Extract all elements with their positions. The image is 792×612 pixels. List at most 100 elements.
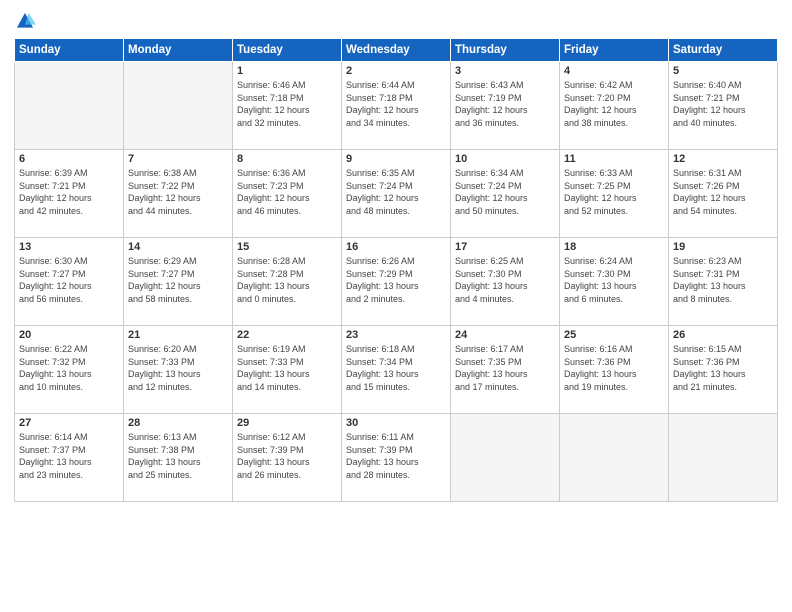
day-number: 27 bbox=[19, 417, 119, 429]
day-number: 2 bbox=[346, 65, 446, 77]
day-detail: Sunrise: 6:40 AM Sunset: 7:21 PM Dayligh… bbox=[673, 79, 773, 129]
day-detail: Sunrise: 6:12 AM Sunset: 7:39 PM Dayligh… bbox=[237, 431, 337, 481]
day-number: 18 bbox=[564, 241, 664, 253]
calendar-cell: 7Sunrise: 6:38 AM Sunset: 7:22 PM Daylig… bbox=[124, 150, 233, 238]
day-detail: Sunrise: 6:44 AM Sunset: 7:18 PM Dayligh… bbox=[346, 79, 446, 129]
logo bbox=[14, 10, 40, 32]
day-number: 13 bbox=[19, 241, 119, 253]
day-number: 19 bbox=[673, 241, 773, 253]
calendar-cell bbox=[451, 414, 560, 502]
calendar-cell: 30 Sunrise: 6:11 AM Sunset: 7:39 PM Dayli… bbox=[342, 414, 451, 502]
day-detail: Sunrise: 6:22 AM Sunset: 7:32 PM Dayligh… bbox=[19, 343, 119, 393]
calendar-cell: 6 Sunrise: 6:39 AM Sunset: 7:21 PM Daylig… bbox=[15, 150, 124, 238]
calendar-cell: 11 Sunrise: 6:33 AM Sunset: 7:25 PM Dayli… bbox=[560, 150, 669, 238]
day-number: 8 bbox=[237, 153, 337, 165]
day-detail: Sunrise: 6:25 AM Sunset: 7:30 PM Dayligh… bbox=[455, 255, 555, 305]
day-number: 12 bbox=[673, 153, 773, 165]
day-number: 24 bbox=[455, 329, 555, 341]
calendar-cell: 9 Sunrise: 6:35 AM Sunset: 7:24 PM Daylig… bbox=[342, 150, 451, 238]
day-number: 21 bbox=[128, 329, 228, 341]
calendar-cell: 13Sunrise: 6:30 AM Sunset: 7:27 PM Dayli… bbox=[15, 238, 124, 326]
calendar-cell: 24 Sunrise: 6:17 AM Sunset: 7:35 PM Dayli… bbox=[451, 326, 560, 414]
column-header-wednesday: Wednesday bbox=[342, 39, 451, 62]
page: SundayMondayTuesdayWednesdayThursdayFrid… bbox=[0, 0, 792, 612]
calendar-cell: 29 Sunrise: 6:12 AM Sunset: 7:39 PM Dayli… bbox=[233, 414, 342, 502]
day-number: 25 bbox=[564, 329, 664, 341]
day-detail: Sunrise: 6:24 AM Sunset: 7:30 PM Dayligh… bbox=[564, 255, 664, 305]
calendar-cell: 14Sunrise: 6:29 AM Sunset: 7:27 PM Dayli… bbox=[124, 238, 233, 326]
week-row-2: 6 Sunrise: 6:39 AM Sunset: 7:21 PM Daylig… bbox=[15, 150, 778, 238]
day-detail: Sunrise: 6:39 AM Sunset: 7:21 PM Dayligh… bbox=[19, 167, 119, 217]
day-detail: Sunrise: 6:28 AM Sunset: 7:28 PM Dayligh… bbox=[237, 255, 337, 305]
week-row-5: 27 Sunrise: 6:14 AM Sunset: 7:37 PM Dayli… bbox=[15, 414, 778, 502]
column-header-saturday: Saturday bbox=[669, 39, 778, 62]
day-number: 4 bbox=[564, 65, 664, 77]
calendar-cell: 12 Sunrise: 6:31 AM Sunset: 7:26 PM Dayli… bbox=[669, 150, 778, 238]
calendar-cell: 18 Sunrise: 6:24 AM Sunset: 7:30 PM Dayli… bbox=[560, 238, 669, 326]
day-number: 5 bbox=[673, 65, 773, 77]
day-detail: Sunrise: 6:20 AM Sunset: 7:33 PM Dayligh… bbox=[128, 343, 228, 393]
calendar-cell: 25 Sunrise: 6:16 AM Sunset: 7:36 PM Dayli… bbox=[560, 326, 669, 414]
day-detail: Sunrise: 6:16 AM Sunset: 7:36 PM Dayligh… bbox=[564, 343, 664, 393]
day-detail: Sunrise: 6:19 AM Sunset: 7:33 PM Dayligh… bbox=[237, 343, 337, 393]
calendar-cell: 23Sunrise: 6:18 AM Sunset: 7:34 PM Dayli… bbox=[342, 326, 451, 414]
column-header-sunday: Sunday bbox=[15, 39, 124, 62]
day-number: 16 bbox=[346, 241, 446, 253]
day-number: 9 bbox=[346, 153, 446, 165]
week-row-3: 13Sunrise: 6:30 AM Sunset: 7:27 PM Dayli… bbox=[15, 238, 778, 326]
day-detail: Sunrise: 6:46 AM Sunset: 7:18 PM Dayligh… bbox=[237, 79, 337, 129]
day-number: 20 bbox=[19, 329, 119, 341]
calendar-cell bbox=[669, 414, 778, 502]
day-detail: Sunrise: 6:36 AM Sunset: 7:23 PM Dayligh… bbox=[237, 167, 337, 217]
calendar-cell: 4 Sunrise: 6:42 AM Sunset: 7:20 PM Daylig… bbox=[560, 62, 669, 150]
calendar-cell: 16 Sunrise: 6:26 AM Sunset: 7:29 PM Dayli… bbox=[342, 238, 451, 326]
day-detail: Sunrise: 6:11 AM Sunset: 7:39 PM Dayligh… bbox=[346, 431, 446, 481]
day-detail: Sunrise: 6:13 AM Sunset: 7:38 PM Dayligh… bbox=[128, 431, 228, 481]
day-number: 7 bbox=[128, 153, 228, 165]
day-number: 11 bbox=[564, 153, 664, 165]
calendar: SundayMondayTuesdayWednesdayThursdayFrid… bbox=[14, 38, 778, 502]
day-detail: Sunrise: 6:31 AM Sunset: 7:26 PM Dayligh… bbox=[673, 167, 773, 217]
day-number: 29 bbox=[237, 417, 337, 429]
calendar-cell: 26 Sunrise: 6:15 AM Sunset: 7:36 PM Dayli… bbox=[669, 326, 778, 414]
calendar-cell: 28 Sunrise: 6:13 AM Sunset: 7:38 PM Dayli… bbox=[124, 414, 233, 502]
calendar-cell: 8 Sunrise: 6:36 AM Sunset: 7:23 PM Daylig… bbox=[233, 150, 342, 238]
calendar-cell: 20 Sunrise: 6:22 AM Sunset: 7:32 PM Dayli… bbox=[15, 326, 124, 414]
day-detail: Sunrise: 6:14 AM Sunset: 7:37 PM Dayligh… bbox=[19, 431, 119, 481]
column-header-tuesday: Tuesday bbox=[233, 39, 342, 62]
day-detail: Sunrise: 6:17 AM Sunset: 7:35 PM Dayligh… bbox=[455, 343, 555, 393]
day-number: 15 bbox=[237, 241, 337, 253]
calendar-cell: 19Sunrise: 6:23 AM Sunset: 7:31 PM Dayli… bbox=[669, 238, 778, 326]
day-detail: Sunrise: 6:42 AM Sunset: 7:20 PM Dayligh… bbox=[564, 79, 664, 129]
day-number: 14 bbox=[128, 241, 228, 253]
column-header-friday: Friday bbox=[560, 39, 669, 62]
day-number: 1 bbox=[237, 65, 337, 77]
column-header-monday: Monday bbox=[124, 39, 233, 62]
day-number: 3 bbox=[455, 65, 555, 77]
week-row-1: 1 Sunrise: 6:46 AM Sunset: 7:18 PM Daylig… bbox=[15, 62, 778, 150]
calendar-cell: 21 Sunrise: 6:20 AM Sunset: 7:33 PM Dayli… bbox=[124, 326, 233, 414]
day-detail: Sunrise: 6:33 AM Sunset: 7:25 PM Dayligh… bbox=[564, 167, 664, 217]
day-number: 28 bbox=[128, 417, 228, 429]
header bbox=[14, 10, 778, 32]
day-number: 22 bbox=[237, 329, 337, 341]
calendar-cell: 10 Sunrise: 6:34 AM Sunset: 7:24 PM Dayli… bbox=[451, 150, 560, 238]
day-number: 6 bbox=[19, 153, 119, 165]
calendar-cell: 3Sunrise: 6:43 AM Sunset: 7:19 PM Daylig… bbox=[451, 62, 560, 150]
calendar-cell bbox=[560, 414, 669, 502]
calendar-cell: 22 Sunrise: 6:19 AM Sunset: 7:33 PM Dayli… bbox=[233, 326, 342, 414]
calendar-cell: 27 Sunrise: 6:14 AM Sunset: 7:37 PM Dayli… bbox=[15, 414, 124, 502]
day-number: 10 bbox=[455, 153, 555, 165]
column-header-thursday: Thursday bbox=[451, 39, 560, 62]
day-number: 26 bbox=[673, 329, 773, 341]
day-detail: Sunrise: 6:15 AM Sunset: 7:36 PM Dayligh… bbox=[673, 343, 773, 393]
day-detail: Sunrise: 6:18 AM Sunset: 7:34 PM Dayligh… bbox=[346, 343, 446, 393]
calendar-cell bbox=[124, 62, 233, 150]
day-detail: Sunrise: 6:35 AM Sunset: 7:24 PM Dayligh… bbox=[346, 167, 446, 217]
day-number: 30 bbox=[346, 417, 446, 429]
day-detail: Sunrise: 6:34 AM Sunset: 7:24 PM Dayligh… bbox=[455, 167, 555, 217]
logo-icon bbox=[14, 10, 36, 32]
calendar-header-row: SundayMondayTuesdayWednesdayThursdayFrid… bbox=[15, 39, 778, 62]
day-detail: Sunrise: 6:26 AM Sunset: 7:29 PM Dayligh… bbox=[346, 255, 446, 305]
day-number: 17 bbox=[455, 241, 555, 253]
